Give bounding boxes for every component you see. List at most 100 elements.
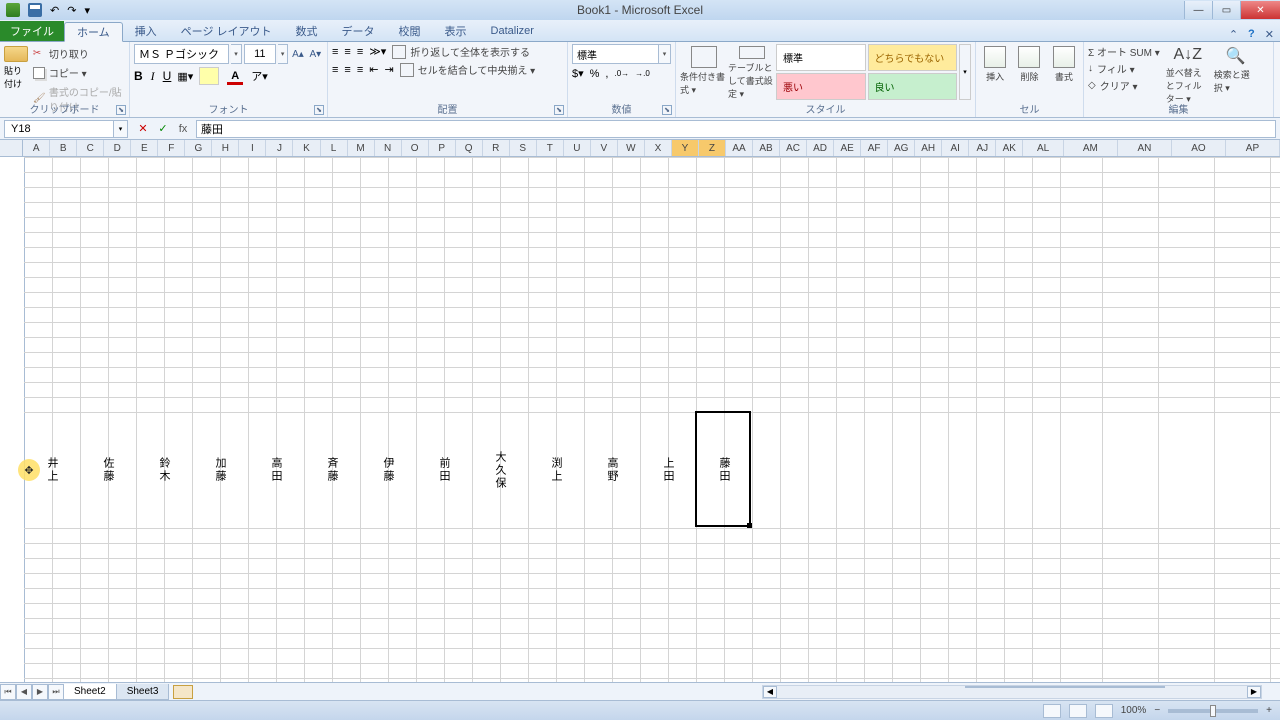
column-header-AC[interactable]: AC — [780, 140, 807, 156]
sheet-last-button[interactable]: ⏭ — [48, 684, 64, 700]
increase-decimal-button[interactable]: .0→ — [614, 69, 629, 78]
cell-data[interactable]: 高野 — [584, 412, 640, 528]
align-top-button[interactable]: ≡ — [332, 46, 338, 58]
style-neutral[interactable]: どちらでもない — [868, 44, 958, 71]
column-header-AP[interactable]: AP — [1226, 140, 1280, 156]
cell-data[interactable]: 斉藤 — [304, 412, 360, 528]
increase-indent-button[interactable]: ⇥ — [384, 63, 393, 76]
align-center-button[interactable]: ≡ — [344, 64, 350, 76]
insert-cells-button[interactable]: 挿入 — [980, 44, 1010, 83]
format-cells-button[interactable]: 書式 — [1049, 44, 1079, 83]
file-tab[interactable]: ファイル — [0, 21, 64, 41]
column-header-AO[interactable]: AO — [1172, 140, 1226, 156]
column-header-C[interactable]: C — [77, 140, 104, 156]
help-icon[interactable]: ? — [1248, 28, 1255, 41]
pagelayout-view-button[interactable] — [1069, 704, 1087, 718]
column-header-AA[interactable]: AA — [726, 140, 753, 156]
column-header-AH[interactable]: AH — [915, 140, 942, 156]
column-header-AG[interactable]: AG — [888, 140, 915, 156]
tab-pagelayout[interactable]: ページ レイアウト — [169, 21, 284, 41]
grid-body[interactable]: 井上佐藤鈴木加藤高田斉藤伊藤前田大久保渕上高野上田藤田✥ — [0, 157, 1280, 682]
cut-button[interactable]: ✂切り取り — [33, 46, 125, 61]
column-header-AE[interactable]: AE — [834, 140, 861, 156]
cell-data[interactable]: 藤田 — [696, 412, 752, 528]
increase-font-button[interactable]: A▴ — [290, 45, 305, 63]
undo-icon[interactable]: ↶ — [50, 4, 59, 17]
tab-review[interactable]: 校閲 — [387, 21, 433, 41]
italic-button[interactable]: I — [151, 69, 155, 84]
sheet-next-button[interactable]: ▶ — [32, 684, 48, 700]
delete-cells-button[interactable]: 削除 — [1014, 44, 1044, 83]
tab-view[interactable]: 表示 — [433, 21, 479, 41]
conditional-formatting-button[interactable]: 条件付き書式 ▾ — [680, 44, 728, 100]
font-size-dropdown-icon[interactable]: ▾ — [278, 44, 288, 64]
clipboard-dialog-launcher[interactable]: ⬊ — [116, 105, 126, 115]
font-name-select[interactable]: ＭＳ Ｐゴシック — [134, 44, 229, 64]
style-normal[interactable]: 標準 — [776, 44, 866, 71]
column-header-AN[interactable]: AN — [1118, 140, 1172, 156]
column-header-W[interactable]: W — [618, 140, 645, 156]
maximize-button[interactable]: ▭ — [1212, 1, 1240, 19]
redo-icon[interactable]: ↷ — [67, 4, 76, 17]
number-format-select[interactable]: 標準 — [572, 44, 659, 64]
formula-input[interactable]: 藤田 — [196, 120, 1276, 138]
enter-button[interactable]: ✓ — [154, 121, 172, 137]
column-header-E[interactable]: E — [131, 140, 158, 156]
decrease-indent-button[interactable]: ⇤ — [369, 63, 378, 76]
fill-color-button[interactable] — [199, 67, 219, 85]
zoom-thumb[interactable] — [1210, 705, 1216, 717]
cell-data[interactable]: 伊藤 — [360, 412, 416, 528]
tab-home[interactable]: ホーム — [64, 22, 123, 42]
autosum-button[interactable]: Σ オート SUM ▾ — [1088, 44, 1160, 59]
scroll-left-button[interactable]: ◀ — [763, 686, 777, 698]
column-header-T[interactable]: T — [537, 140, 564, 156]
comma-button[interactable]: , — [605, 68, 608, 80]
column-header-AK[interactable]: AK — [996, 140, 1023, 156]
decrease-font-button[interactable]: A▾ — [308, 45, 323, 63]
column-header-F[interactable]: F — [158, 140, 185, 156]
column-header-B[interactable]: B — [50, 140, 77, 156]
merge-center-button[interactable]: セルを結合して中央揃え ▾ — [400, 62, 536, 77]
tab-formulas[interactable]: 数式 — [284, 21, 330, 41]
clear-button[interactable]: ◇クリア ▾ — [1088, 78, 1160, 93]
column-header-AM[interactable]: AM — [1064, 140, 1118, 156]
style-bad[interactable]: 悪い — [776, 73, 866, 100]
column-header-Y[interactable]: Y — [672, 140, 699, 156]
border-button[interactable]: ▦▾ — [177, 70, 193, 83]
fx-button[interactable]: fx — [174, 121, 192, 137]
minimize-button[interactable]: — — [1184, 1, 1212, 19]
column-header-K[interactable]: K — [293, 140, 320, 156]
column-header-P[interactable]: P — [429, 140, 456, 156]
column-header-J[interactable]: J — [266, 140, 293, 156]
cell-data[interactable]: 高田 — [248, 412, 304, 528]
tab-data[interactable]: データ — [330, 21, 387, 41]
zoom-out-button[interactable]: − — [1154, 705, 1160, 716]
number-format-dropdown-icon[interactable]: ▾ — [659, 44, 671, 64]
column-header-Z[interactable]: Z — [699, 140, 726, 156]
font-color-button[interactable]: A — [225, 67, 245, 85]
column-header-AL[interactable]: AL — [1023, 140, 1064, 156]
column-header-U[interactable]: U — [564, 140, 591, 156]
column-header-D[interactable]: D — [104, 140, 131, 156]
cell-data[interactable]: 大久保 — [472, 412, 528, 528]
sheet-tab-sheet3[interactable]: Sheet3 — [116, 684, 170, 700]
font-size-select[interactable]: 11 — [244, 44, 276, 64]
column-header-L[interactable]: L — [321, 140, 348, 156]
column-header-AI[interactable]: AI — [942, 140, 969, 156]
column-header-R[interactable]: R — [483, 140, 510, 156]
pagebreak-view-button[interactable] — [1095, 704, 1113, 718]
sheet-first-button[interactable]: ⏮ — [0, 684, 16, 700]
column-header-V[interactable]: V — [591, 140, 618, 156]
column-header-Q[interactable]: Q — [456, 140, 483, 156]
accounting-button[interactable]: $▾ — [572, 67, 584, 80]
doc-close-icon[interactable]: ✕ — [1265, 28, 1274, 41]
column-header-A[interactable]: A — [23, 140, 50, 156]
sort-filter-button[interactable]: A↓Z並べ替えとフィルター ▾ — [1166, 44, 1210, 105]
align-right-button[interactable]: ≡ — [357, 64, 363, 76]
align-left-button[interactable]: ≡ — [332, 64, 338, 76]
column-header-X[interactable]: X — [645, 140, 672, 156]
column-header-O[interactable]: O — [402, 140, 429, 156]
save-icon[interactable] — [28, 3, 42, 17]
cancel-button[interactable]: ✕ — [134, 121, 152, 137]
decrease-decimal-button[interactable]: →.0 — [635, 69, 650, 78]
